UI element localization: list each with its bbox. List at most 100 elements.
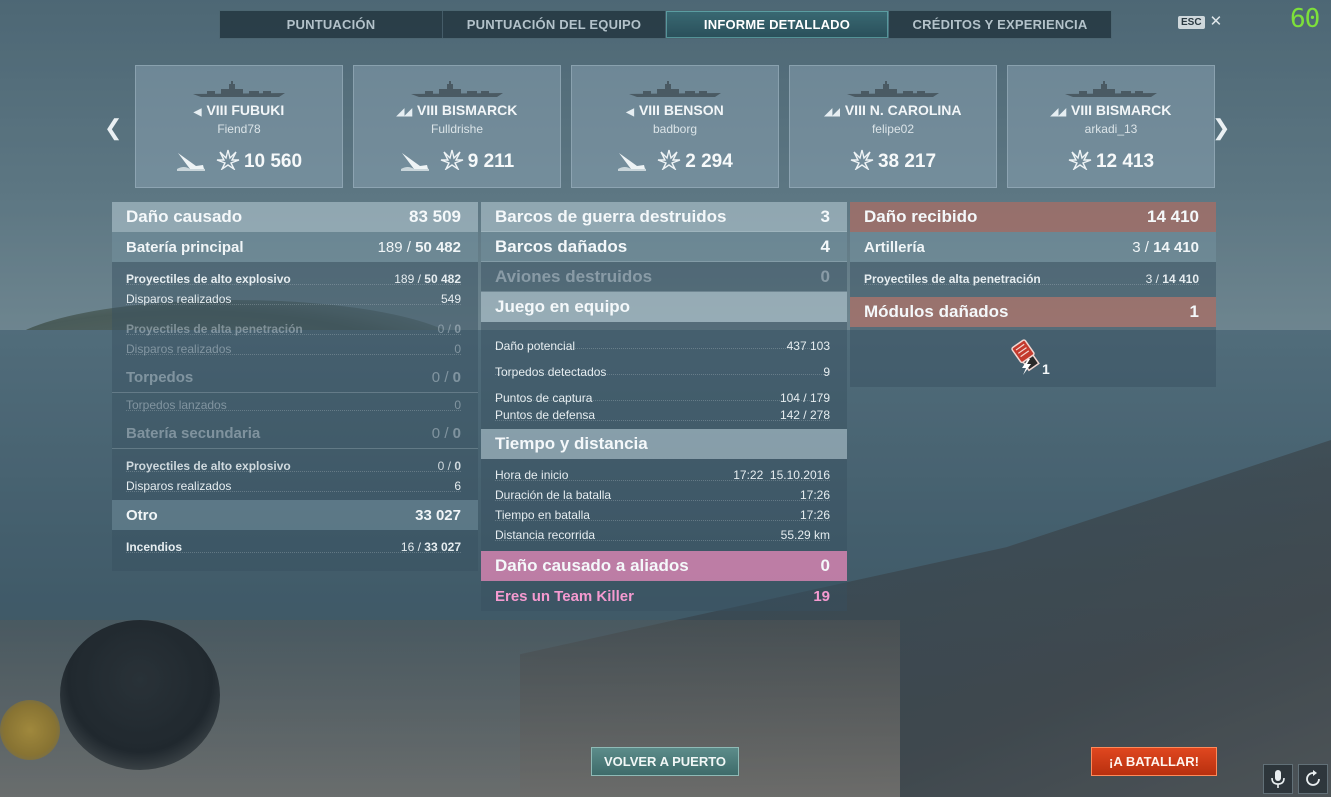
damage-value: 9 211 (467, 151, 515, 172)
secondary-battery-label: Batería secundaria (126, 425, 261, 442)
damage-icon (657, 148, 681, 176)
capture-points-row: Puntos de captura 104 / 179 (481, 379, 847, 405)
ship-name: ◢◢ VIII N. CAROLINA (790, 102, 996, 118)
ship-class-icon: ◢◢ (824, 107, 840, 118)
damage-value: 38 217 (877, 151, 937, 172)
ship-silhouette-icon (845, 80, 941, 100)
he-row: Proyectiles de alto explosivo 189 / 50 4… (112, 269, 478, 289)
potential-damage-row: Daño potencial 437 103 (481, 329, 847, 353)
modules-damaged-value: 1 (1189, 302, 1199, 321)
player-name: Fulldrishe (430, 122, 484, 136)
damage-dealt-panel: Daño causado 83 509 Batería principal 18… (112, 202, 478, 571)
ship-card[interactable]: ◢◢ VIII N. CAROLINA felipe02 38 217 (789, 65, 997, 188)
team-killer-value: 19 (813, 587, 830, 605)
microphone-button[interactable] (1263, 764, 1293, 794)
ship-name-text: N. CAROLINA (869, 102, 962, 118)
refresh-button[interactable] (1298, 764, 1328, 794)
ship-tier: VIII (844, 102, 866, 118)
battle-summary-panel: Barcos de guerra destruidos 3 Barcos dañ… (481, 202, 847, 611)
ship-tier: VIII (206, 102, 228, 118)
close-button[interactable]: ESC ✕ (1178, 13, 1223, 30)
teamplay-header: Juego en equipo (481, 292, 847, 322)
ship-card[interactable]: ◢◢ VIII BISMARCK arkadi_13 12 413 (1007, 65, 1215, 188)
ship-card[interactable]: ◀ VIII FUBUKI Fiend78 10 560 (135, 65, 343, 188)
ship-name: ◀ VIII FUBUKI (136, 102, 342, 118)
damage-dealt: 2 294 (657, 148, 733, 176)
refresh-icon (1306, 770, 1320, 786)
ship-stats: 2 294 (572, 148, 778, 176)
damage-value: 10 560 (243, 151, 303, 172)
torpedoes-spotted-row: Torpedos detectados 9 (481, 353, 847, 379)
ship-class-icon: ◀ (193, 107, 202, 118)
ship-stats: 10 560 (136, 148, 342, 176)
fps-counter: 60 (1290, 4, 1320, 34)
ship-tier: VIII (417, 102, 439, 118)
damage-icon (216, 148, 240, 176)
ship-silhouette-icon (627, 80, 723, 100)
modules-damaged-header: Módulos dañados 1 (850, 297, 1216, 327)
ship-name-text: FUBUKI (231, 102, 285, 118)
ship-destroyed-icon (617, 149, 647, 176)
close-icon: ✕ (1209, 13, 1223, 30)
tab-detailed-report[interactable]: INFORME DETALLADO (666, 11, 889, 38)
teamplay-label: Juego en equipo (495, 297, 631, 316)
team-killer-label: Eres un Team Killer (495, 587, 634, 605)
he-shots-row: Disparos realizados 549 (112, 289, 478, 309)
main-battery-row: Batería principal 189 / 50 482 (112, 232, 478, 262)
main-battery-value: 189 / 50 482 (377, 238, 461, 256)
damage-value: 12 413 (1095, 151, 1155, 172)
ally-damage-label: Daño causado a aliados (495, 556, 689, 575)
teamplay-details: Daño potencial 437 103 Torpedos detectad… (481, 322, 847, 429)
results-screen: PUNTUACIÓN PUNTUACIÓN DEL EQUIPO INFORME… (0, 0, 1331, 797)
artillery-row: Artillería 3 / 14 410 (850, 232, 1216, 262)
sec-shots-row: Disparos realizados 6 (112, 476, 478, 496)
ship-destroyed-icon (176, 149, 206, 176)
start-time-row: Hora de inicio 17:22 15.10.2016 (481, 465, 847, 485)
ship-name-text: BISMARCK (1095, 102, 1172, 118)
damage-received-panel: Daño recibido 14 410 Artillería 3 / 14 4… (850, 202, 1216, 387)
battle-button[interactable]: ¡A BATALLAR! (1091, 747, 1217, 776)
ship-name: ◀ VIII BENSON (572, 102, 778, 118)
ship-card[interactable]: ◢◢ VIII BISMARCK Fulldrishe 9 211 (353, 65, 561, 188)
torpedoes-value: 0 / 0 (431, 369, 461, 386)
distance-row: Distancia recorrida 55.29 km (481, 525, 847, 545)
fires-row: Incendios 16 / 33 027 (112, 537, 478, 557)
damage-dealt-value: 83 509 (409, 207, 461, 226)
planes-destroyed-label: Aviones destruidos (495, 266, 653, 286)
ship-stats: 12 413 (1008, 148, 1214, 176)
torpedoes-launched-row: Torpedos lanzados 0 (112, 395, 478, 415)
artillery-details: Proyectiles de alta penetración 3 / 14 4… (850, 262, 1216, 297)
ship-class-icon: ◢◢ (396, 107, 413, 118)
damaged-module-count: 1 (1042, 361, 1050, 377)
torpedoes-spotted-value: 9 (823, 365, 830, 379)
other-value: 33 027 (415, 506, 461, 524)
tab-score[interactable]: PUNTUACIÓN (220, 11, 443, 38)
damaged-module-icon (1007, 337, 1047, 382)
ships-destroyed-value: 3 (820, 206, 830, 226)
damage-value: 2 294 (685, 151, 733, 172)
ship-stats: 38 217 (790, 148, 996, 176)
ship-name-text: BENSON (663, 102, 724, 118)
esc-key: ESC (1178, 15, 1205, 29)
tab-credits-xp[interactable]: CRÉDITOS Y EXPERIENCIA (889, 11, 1111, 38)
modules-damaged-area: 1 (850, 327, 1216, 387)
ship-tier: VIII (638, 102, 660, 118)
artillery-label: Artillería (864, 238, 925, 256)
damage-dealt: 10 560 (216, 148, 302, 176)
ship-stats: 9 211 (354, 148, 560, 176)
artillery-value: 3 / 14 410 (1132, 238, 1199, 256)
player-name: arkadi_13 (1084, 122, 1138, 136)
tab-team-score[interactable]: PUNTUACIÓN DEL EQUIPO (443, 11, 666, 38)
return-to-port-button[interactable]: VOLVER A PUERTO (591, 747, 739, 776)
ships-destroyed-row: Barcos de guerra destruidos 3 (481, 202, 847, 232)
time-distance-details: Hora de inicio 17:22 15.10.2016 Duración… (481, 459, 847, 551)
ship-card[interactable]: ◀ VIII BENSON badborg 2 294 (571, 65, 779, 188)
torpedoes-row: Torpedos 0 / 0 (112, 363, 478, 393)
battle-duration-row: Duración de la batalla 17:26 (481, 485, 847, 505)
prev-arrow-icon[interactable]: ❮ (104, 115, 122, 141)
team-killer-row: Eres un Team Killer 19 (481, 581, 847, 611)
potential-damage-label: Daño potencial (495, 339, 576, 353)
other-row: Otro 33 027 (112, 500, 478, 530)
ship-name: ◢◢ VIII BISMARCK (1008, 102, 1214, 118)
ap-shots-row: Disparos realizados 0 (112, 339, 478, 359)
